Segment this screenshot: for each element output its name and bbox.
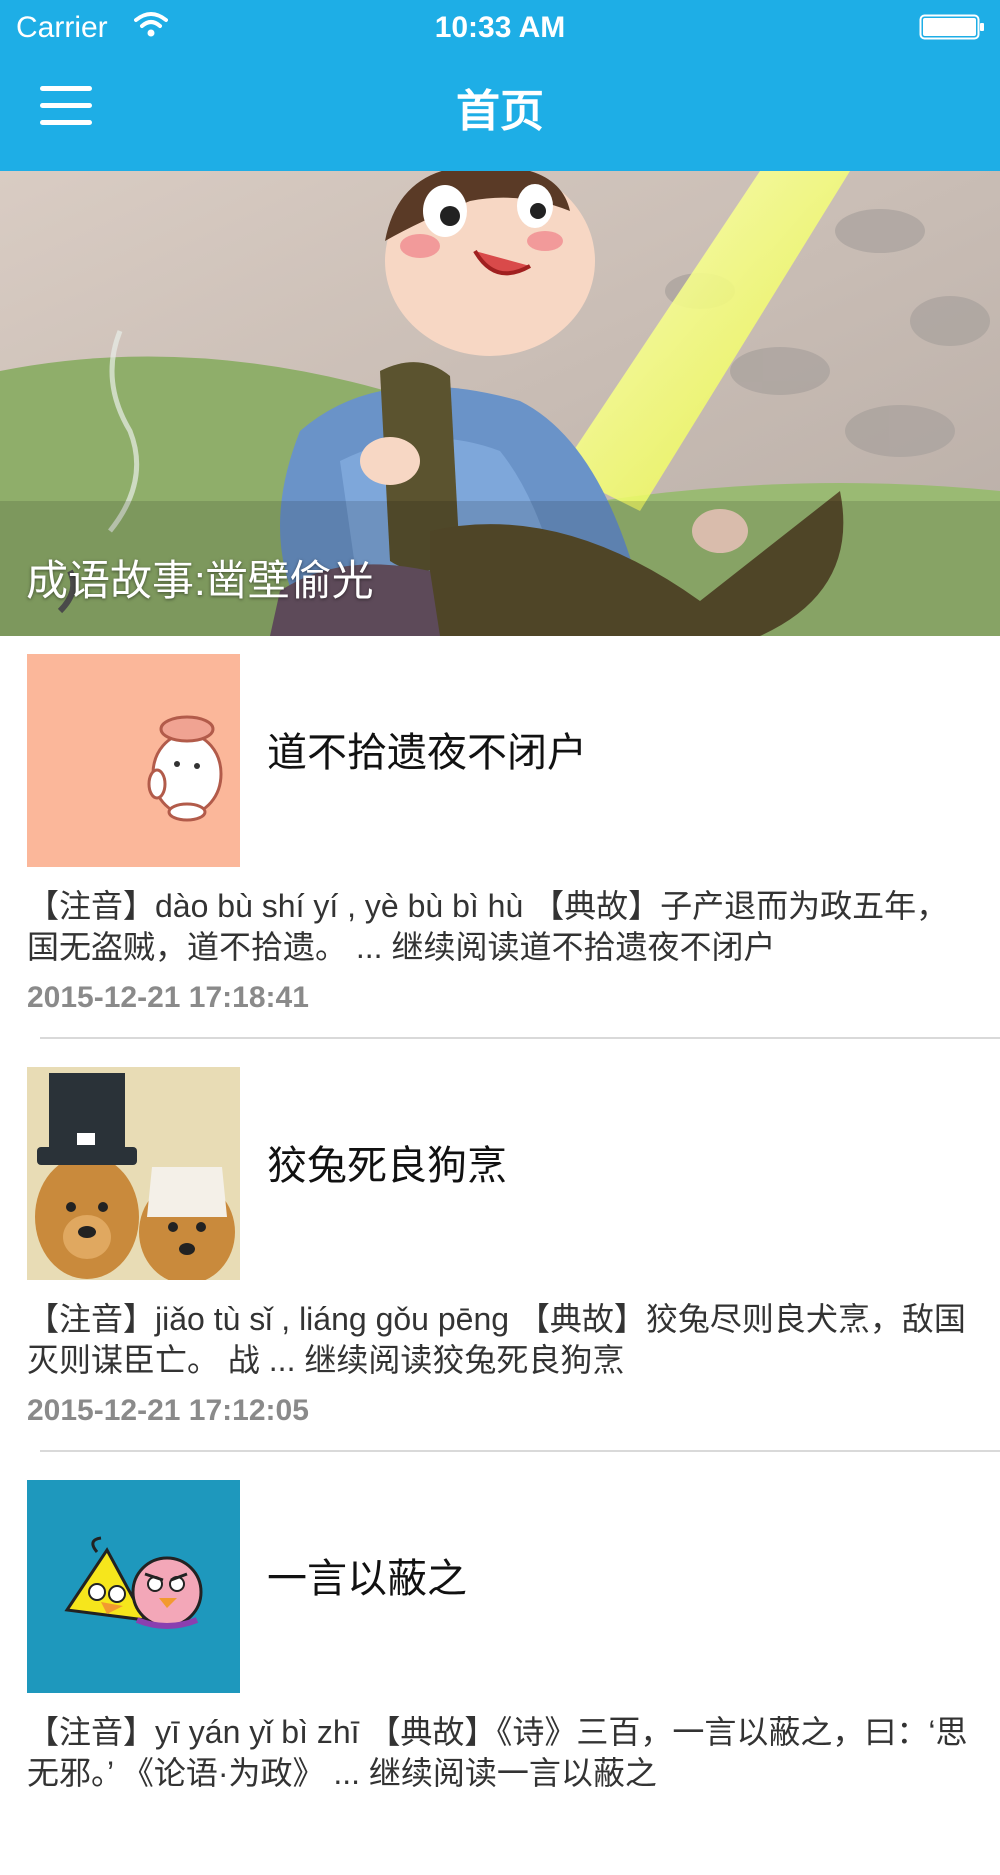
article-summary: 【注音】jiǎo tù sǐ , liáng gǒu pēng 【典故】狡兔尽则…	[27, 1301, 966, 1378]
page-title: 首页	[456, 87, 544, 136]
banner-caption: 成语故事:凿壁偷光	[26, 557, 374, 604]
list-item[interactable]: 道不拾遗夜不闭户 【注音】dào bù shí yí , yè bù bì hù…	[0, 636, 1000, 1049]
divider	[40, 1450, 1000, 1452]
featured-banner[interactable]: 成语故事:凿壁偷光	[0, 171, 1000, 636]
list-item[interactable]: 一言以蔽之 【注音】yī yán yǐ bì zhī 【典故】《诗》三百，一言以…	[0, 1462, 1000, 1875]
top-bar: Carrier 10:33 AM 首页	[0, 0, 1000, 171]
status-time: 10:33 AM	[434, 11, 566, 44]
list-item[interactable]: 狡兔死良狗烹 【注音】jiǎo tù sǐ , liáng gǒu pēng 【…	[0, 1049, 1000, 1462]
divider	[40, 1037, 1000, 1039]
article-thumbnail	[27, 654, 240, 867]
article-date: 2015-12-21 17:18:41	[27, 981, 309, 1014]
article-title: 狡兔死良狗烹	[267, 1144, 507, 1188]
cartoon-bunny-thumbnail	[27, 654, 240, 867]
angry-birds-thumbnail	[27, 1480, 240, 1693]
article-thumbnail	[27, 1067, 240, 1280]
article-thumbnail	[27, 1480, 240, 1693]
article-date: 2015-12-21 17:12:05	[27, 1394, 309, 1427]
article-summary: 【注音】dào bù shí yí , yè bù bì hù 【典故】子产退而…	[27, 888, 949, 965]
article-title: 道不拾遗夜不闭户	[267, 731, 587, 775]
article-list: 道不拾遗夜不闭户 【注音】dào bù shí yí , yè bù bì hù…	[0, 636, 1000, 1875]
article-title: 一言以蔽之	[267, 1557, 467, 1601]
battery-icon	[919, 14, 984, 40]
dogs-with-hats-thumbnail	[27, 1067, 240, 1280]
article-summary: 【注音】yī yán yǐ bì zhī 【典故】《诗》三百，一言以蔽之，曰：‘…	[27, 1714, 968, 1791]
